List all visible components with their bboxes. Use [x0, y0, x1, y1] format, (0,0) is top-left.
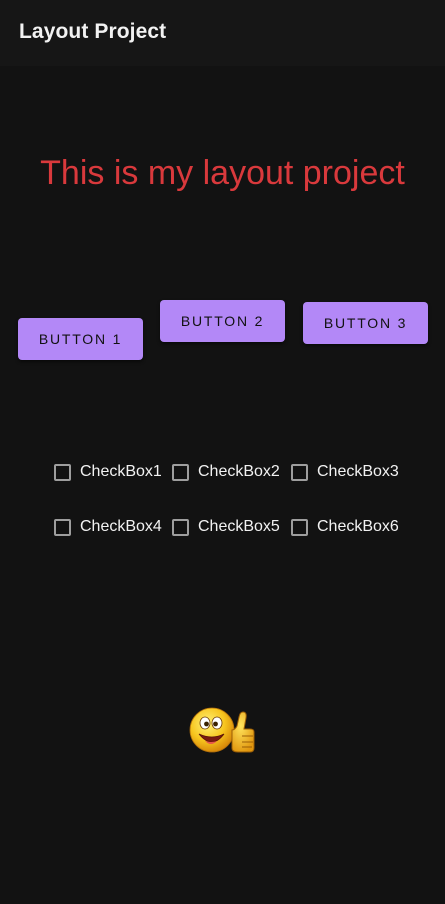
checkbox-5[interactable]: CheckBox5	[172, 515, 280, 539]
checkbox-label: CheckBox2	[198, 463, 280, 480]
checkbox-4[interactable]: CheckBox4	[54, 515, 162, 539]
checkbox-6[interactable]: CheckBox6	[291, 515, 399, 539]
checkbox-label: CheckBox3	[317, 463, 399, 480]
button-3[interactable]: BUTTON 3	[303, 302, 428, 344]
checkbox-box[interactable]	[54, 518, 71, 536]
checkbox-2[interactable]: CheckBox2	[172, 460, 280, 484]
checkbox-label: CheckBox5	[198, 518, 280, 535]
app-bar: Layout Project	[0, 0, 445, 66]
checkbox-label: CheckBox4	[80, 518, 162, 535]
checkbox-box[interactable]	[291, 518, 308, 536]
checkbox-label: CheckBox1	[80, 463, 162, 480]
checkbox-box[interactable]	[172, 518, 189, 536]
checkbox-box[interactable]	[54, 463, 71, 481]
headline-text: This is my layout project	[40, 154, 405, 192]
button-2[interactable]: BUTTON 2	[160, 300, 285, 342]
checkbox-box[interactable]	[291, 463, 308, 481]
button-1[interactable]: BUTTON 1	[18, 318, 143, 360]
checkbox-3[interactable]: CheckBox3	[291, 460, 399, 484]
thumbs-up-emoji-icon	[189, 707, 255, 753]
checkbox-label: CheckBox6	[317, 518, 399, 535]
app-title: Layout Project	[19, 20, 167, 43]
checkbox-1[interactable]: CheckBox1	[54, 460, 162, 484]
checkbox-box[interactable]	[172, 463, 189, 481]
